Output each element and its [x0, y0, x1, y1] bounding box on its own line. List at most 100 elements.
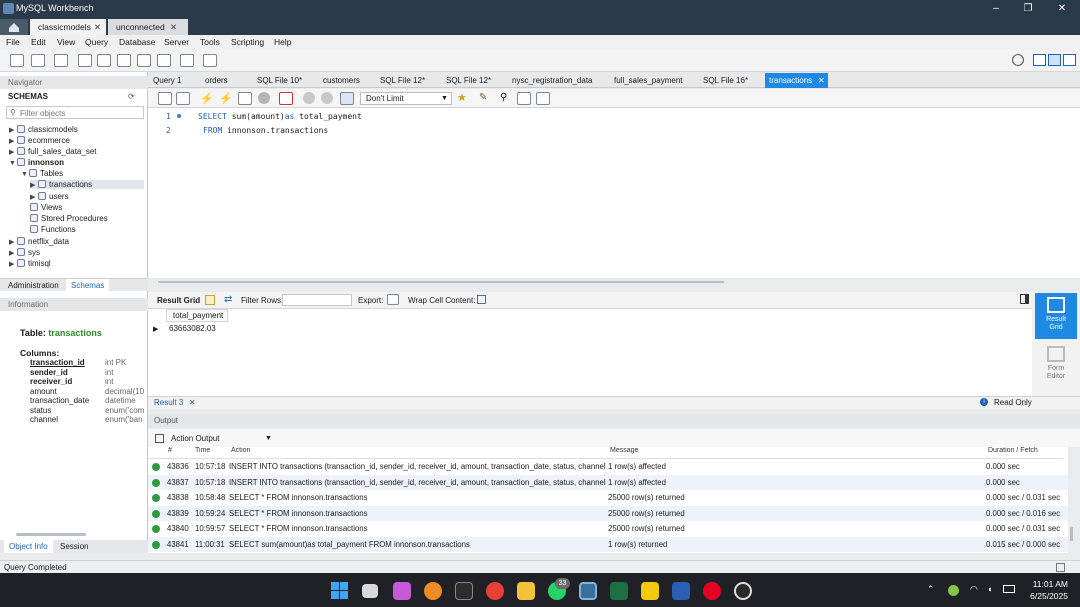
- tab-classicmodels[interactable]: classicmodels ✕: [30, 19, 106, 35]
- menu-tools[interactable]: Tools: [200, 37, 220, 47]
- tab-object-info[interactable]: Object Info: [4, 540, 53, 553]
- output-row[interactable]: 43838 10:58:48 SELECT * FROM innonson.tr…: [148, 490, 1068, 506]
- refresh-icon[interactable]: ⟳: [128, 92, 135, 101]
- tray-app-icon[interactable]: [948, 585, 959, 596]
- close-icon[interactable]: ✕: [818, 73, 825, 88]
- tab-administration[interactable]: Administration: [8, 281, 59, 290]
- output-mode-select[interactable]: Action Output ▼: [168, 432, 274, 445]
- save-icon[interactable]: [176, 92, 190, 105]
- wrap-icon[interactable]: [477, 295, 486, 304]
- brush-icon[interactable]: ✎: [479, 92, 487, 103]
- close-window-button[interactable]: ✕: [1054, 2, 1070, 16]
- close-icon[interactable]: ✕: [189, 398, 196, 407]
- toggle-error-icon[interactable]: [279, 92, 293, 105]
- filter-rows-input[interactable]: [282, 294, 352, 306]
- chatgpt-icon[interactable]: [734, 582, 752, 600]
- create-procedure-icon[interactable]: [137, 54, 151, 67]
- chrome-icon[interactable]: [486, 582, 504, 600]
- filter-objects-input[interactable]: [20, 108, 140, 118]
- tab-unconnected[interactable]: unconnected ✕: [108, 19, 188, 35]
- create-view-icon[interactable]: [117, 54, 131, 67]
- table-transactions[interactable]: ▶ transactions: [30, 180, 144, 189]
- task-view-icon[interactable]: [362, 584, 378, 598]
- output-row[interactable]: 43839 10:59:24 SELECT * FROM innonson.tr…: [148, 505, 1068, 521]
- tab-transactions[interactable]: transactions ✕: [765, 73, 828, 88]
- clock-time[interactable]: 11:01 AM: [1026, 579, 1068, 589]
- menu-server[interactable]: Server: [164, 37, 189, 47]
- find-icon[interactable]: ⚲: [500, 92, 507, 103]
- refresh-icon[interactable]: ⇄: [224, 294, 232, 305]
- start-windows-icon[interactable]: [331, 582, 348, 599]
- new-sql-tab-icon[interactable]: [10, 54, 24, 67]
- close-icon[interactable]: ✕: [94, 19, 101, 35]
- output-row[interactable]: 43841 11:00:31 SELECT sum(amount)as tota…: [148, 536, 1068, 552]
- views-node[interactable]: Views: [30, 203, 62, 212]
- menu-edit[interactable]: Edit: [31, 37, 46, 47]
- info-scrollbar[interactable]: [16, 533, 86, 536]
- grid-icon[interactable]: [205, 295, 215, 305]
- form-editor-side-button[interactable]: Form Editor: [1035, 343, 1077, 389]
- file-explorer-icon[interactable]: [517, 582, 535, 600]
- result-grid-side-button[interactable]: Result Grid: [1035, 293, 1077, 339]
- menu-scripting[interactable]: Scripting: [231, 37, 264, 47]
- execute-current-icon[interactable]: ⚡: [219, 92, 233, 105]
- schema-innonson[interactable]: ▼ innonson: [9, 158, 64, 167]
- sql-editor[interactable]: 1 SELECT sum(amount)as total_payment 2 F…: [148, 108, 1080, 283]
- copilot-icon[interactable]: [393, 582, 411, 600]
- column-header[interactable]: total_payment: [166, 309, 228, 322]
- schema-sys[interactable]: ▶ sys: [9, 248, 40, 257]
- explain-icon[interactable]: [238, 92, 252, 105]
- wifi-icon[interactable]: ◠: [970, 584, 978, 595]
- filter-box[interactable]: ⚲: [6, 106, 144, 119]
- tables-node[interactable]: ▼ Tables: [21, 169, 63, 178]
- stop-icon[interactable]: [258, 92, 270, 104]
- output-row[interactable]: 43836 10:57:18 INSERT INTO transactions …: [148, 459, 1068, 475]
- minimize-button[interactable]: –: [988, 2, 1004, 16]
- tab-query-1[interactable]: Query 1: [150, 74, 184, 88]
- volume-icon[interactable]: ◖: [987, 584, 992, 594]
- inspector-icon[interactable]: [54, 54, 68, 67]
- powerbi-icon[interactable]: [641, 582, 659, 600]
- maximize-button[interactable]: ❐: [1020, 2, 1036, 16]
- menu-database[interactable]: Database: [119, 37, 155, 47]
- tab-sql-file-16[interactable]: SQL File 16*: [700, 74, 751, 88]
- search-table-data-icon[interactable]: [180, 54, 194, 67]
- create-schema-icon[interactable]: [78, 54, 92, 67]
- tab-sql-file-12b[interactable]: SQL File 12*: [443, 74, 494, 88]
- tab-sql-file-12[interactable]: SQL File 12*: [377, 74, 428, 88]
- status-panel-icon[interactable]: [1056, 563, 1065, 572]
- menu-query[interactable]: Query: [85, 37, 108, 47]
- result-cell[interactable]: 63663082.03: [169, 324, 216, 333]
- copy-icon[interactable]: [155, 434, 164, 443]
- autocommit-icon[interactable]: [340, 92, 354, 105]
- schema-netflix-data[interactable]: ▶ netflix_data: [9, 237, 69, 246]
- procedures-node[interactable]: Stored Procedures: [30, 214, 108, 223]
- toggle-output-icon[interactable]: [1048, 54, 1061, 66]
- tab-orders[interactable]: orders: [202, 74, 231, 88]
- menu-view[interactable]: View: [57, 37, 75, 47]
- limit-select[interactable]: Don't Limit ▼: [360, 92, 452, 105]
- beautify-star-icon[interactable]: ★: [457, 91, 467, 104]
- reconnect-icon[interactable]: [203, 54, 217, 67]
- settings-gear-icon[interactable]: [1012, 54, 1024, 66]
- close-icon[interactable]: ✕: [170, 19, 177, 35]
- word-wrap-icon[interactable]: [536, 92, 550, 105]
- schema-full-sales-data-set[interactable]: ▶ full_sales_data_set: [9, 147, 97, 156]
- invisible-chars-icon[interactable]: [517, 92, 531, 105]
- rollback-icon[interactable]: [321, 92, 333, 104]
- home-tab[interactable]: [0, 19, 28, 35]
- firefox-icon[interactable]: [424, 582, 442, 600]
- pinterest-icon[interactable]: [703, 582, 721, 600]
- battery-icon[interactable]: [1003, 585, 1015, 593]
- tab-nysc-registration-data[interactable]: nysc_registration_data: [509, 74, 596, 88]
- schema-ecommerce[interactable]: ▶ ecommerce: [9, 136, 70, 145]
- output-row[interactable]: 43837 10:57:18 INSERT INTO transactions …: [148, 474, 1068, 490]
- create-table-icon[interactable]: [97, 54, 111, 67]
- tab-full-sales-payment[interactable]: full_sales_payment: [611, 74, 685, 88]
- clock-date[interactable]: 6/25/2025: [1024, 591, 1068, 601]
- output-row[interactable]: 43840 10:59:57 SELECT * FROM innonson.tr…: [148, 521, 1068, 537]
- tab-sql-file-10[interactable]: SQL File 10*: [254, 74, 305, 88]
- export-icon[interactable]: [387, 294, 399, 305]
- toggle-panel-icon[interactable]: [1020, 294, 1029, 304]
- word-icon[interactable]: [672, 582, 690, 600]
